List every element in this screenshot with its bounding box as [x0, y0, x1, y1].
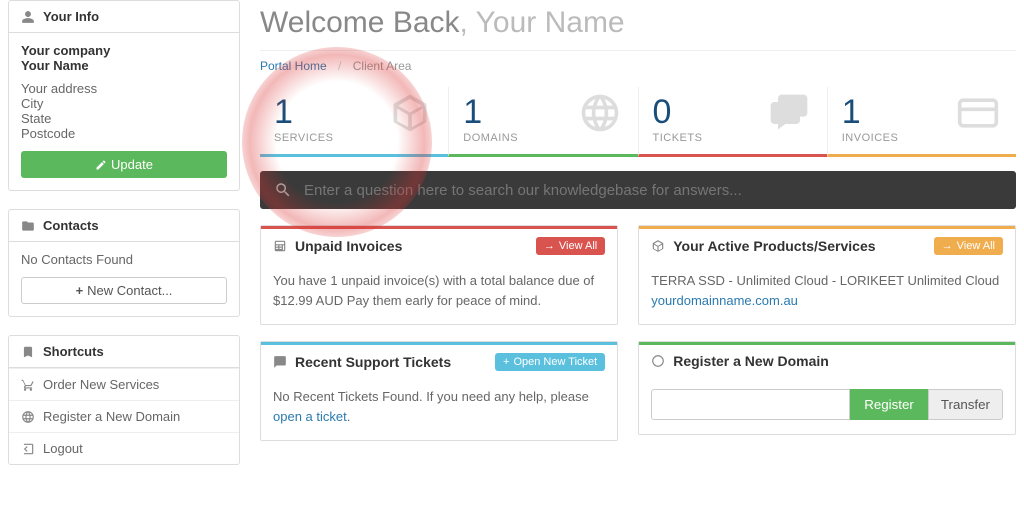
active-body: TERRA SSD - Unlimited Cloud - LORIKEET U…: [639, 263, 1015, 324]
shortcuts-title: Shortcuts: [43, 344, 104, 359]
domain-input-group: Register Transfer: [651, 389, 1003, 420]
no-contacts-text: No Contacts Found: [9, 242, 239, 277]
breadcrumb: Portal Home / Client Area: [260, 50, 1016, 87]
active-title: Your Active Products/Services: [673, 238, 875, 254]
tickets-title: Recent Support Tickets: [295, 354, 451, 370]
card-icon: [956, 91, 1000, 135]
plus-icon: +: [503, 356, 509, 368]
cube-icon: [651, 239, 665, 253]
shortcut-order[interactable]: Order New Services: [9, 368, 239, 400]
cart-icon: [21, 378, 35, 392]
search-icon: [274, 181, 292, 199]
active-products-card: Your Active Products/Services →View All …: [638, 225, 1016, 325]
state-line: State: [21, 111, 227, 126]
stat-domains[interactable]: 1 DOMAINS: [448, 87, 637, 157]
shortcuts-header: Shortcuts: [9, 336, 239, 368]
logout-icon: [21, 442, 35, 456]
folder-icon: [21, 219, 35, 233]
update-button[interactable]: Update: [21, 151, 227, 178]
globe-icon: [651, 354, 665, 368]
chat-icon: [767, 91, 811, 135]
bookmark-icon: [21, 345, 35, 359]
your-info-header: Your Info: [9, 1, 239, 33]
unpaid-title: Unpaid Invoices: [295, 238, 402, 254]
arrow-right-icon: →: [544, 240, 555, 252]
shortcut-logout[interactable]: Logout: [9, 432, 239, 464]
chat-icon: [273, 355, 287, 369]
plus-icon: +: [76, 283, 84, 298]
stats-row: 1 SERVICES 1 DOMAINS 0 TICKETS 1 INVOICE…: [260, 87, 1016, 157]
shortcuts-panel: Shortcuts Order New Services Register a …: [8, 335, 240, 465]
contacts-header: Contacts: [9, 210, 239, 242]
pencil-icon: [95, 159, 107, 171]
globe-icon: [578, 91, 622, 135]
stat-services[interactable]: 1 SERVICES: [260, 87, 448, 157]
unpaid-body: You have 1 unpaid invoice(s) with a tota…: [261, 263, 617, 324]
domain-input[interactable]: [651, 389, 850, 420]
tickets-body: No Recent Tickets Found. If you need any…: [261, 379, 617, 440]
city-line: City: [21, 96, 227, 111]
register-domain-card: Register a New Domain Register Transfer: [638, 341, 1016, 435]
kb-search-input[interactable]: [304, 182, 1002, 199]
register-title: Register a New Domain: [673, 353, 829, 369]
unpaid-invoices-card: Unpaid Invoices →View All You have 1 unp…: [260, 225, 618, 325]
shortcut-register[interactable]: Register a New Domain: [9, 400, 239, 432]
tickets-card: Recent Support Tickets +Open New Ticket …: [260, 341, 618, 441]
globe-icon: [21, 410, 35, 424]
open-ticket-link[interactable]: open a ticket: [273, 409, 347, 424]
transfer-button[interactable]: Transfer: [928, 389, 1003, 420]
address-line: Your address: [21, 81, 227, 96]
open-ticket-button[interactable]: +Open New Ticket: [495, 353, 605, 371]
register-button[interactable]: Register: [850, 389, 928, 420]
user-name: Your Name: [21, 58, 227, 73]
crumb-home[interactable]: Portal Home: [260, 59, 327, 73]
arrow-right-icon: →: [942, 240, 953, 252]
active-domain-link[interactable]: yourdomainname.com.au: [651, 291, 1003, 311]
your-info-title: Your Info: [43, 9, 99, 24]
your-info-panel: Your Info Your company Your Name Your ad…: [8, 0, 240, 191]
view-all-products[interactable]: →View All: [934, 237, 1003, 255]
view-all-invoices[interactable]: →View All: [536, 237, 605, 255]
contacts-title: Contacts: [43, 218, 99, 233]
calculator-icon: [273, 239, 287, 253]
page-title: Welcome Back, Your Name: [260, 6, 1016, 40]
your-info-body: Your company Your Name Your address City…: [9, 33, 239, 151]
crumb-area: Client Area: [353, 59, 412, 73]
cube-icon: [388, 91, 432, 135]
postcode-line: Postcode: [21, 126, 227, 141]
stat-tickets[interactable]: 0 TICKETS: [638, 87, 827, 157]
new-contact-button[interactable]: +New Contact...: [21, 277, 227, 304]
user-icon: [21, 10, 35, 24]
company-name: Your company: [21, 43, 227, 58]
kb-search[interactable]: [260, 171, 1016, 209]
contacts-panel: Contacts No Contacts Found +New Contact.…: [8, 209, 240, 317]
stat-invoices[interactable]: 1 INVOICES: [827, 87, 1016, 157]
